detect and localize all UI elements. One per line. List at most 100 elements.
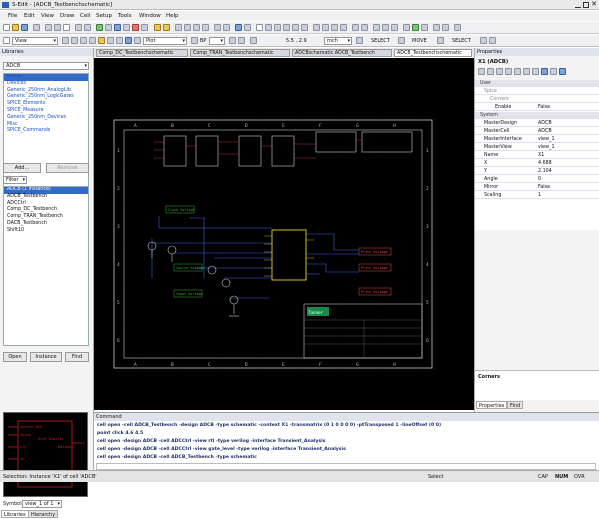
menu-draw[interactable]: Draw [60, 13, 74, 19]
refresh-icon[interactable] [514, 68, 521, 75]
select2-mode-label[interactable]: SELECT [452, 38, 471, 44]
paste-icon[interactable] [63, 24, 70, 31]
tab-comp-tran[interactable]: Comp_TRAN_Testbenchschematic [190, 49, 290, 57]
command-input[interactable] [96, 463, 596, 470]
tab-properties[interactable]: Properties [476, 401, 508, 409]
clear-icon[interactable] [550, 68, 557, 75]
view-select[interactable]: View [12, 37, 58, 45]
instance-cell-button[interactable]: Instance [30, 352, 62, 362]
find-icon[interactable] [433, 24, 440, 31]
label-icon[interactable] [301, 24, 308, 31]
list-item[interactable]: SPICE_Elements [4, 101, 88, 108]
prop-row-masterinterface[interactable]: MasterInterface view_1 [475, 136, 599, 144]
layer-icon[interactable] [403, 24, 410, 31]
pop-out-icon[interactable] [163, 24, 170, 31]
align-left-icon[interactable] [373, 24, 380, 31]
line-icon[interactable] [244, 24, 251, 31]
redo-icon[interactable] [84, 24, 91, 31]
library-select[interactable]: ADCB [3, 62, 89, 70]
find-cell-button[interactable]: Find [65, 352, 89, 362]
prop-row-masterview[interactable]: MasterView view_1 [475, 144, 599, 152]
bp-select[interactable] [209, 37, 225, 45]
arrow-tool-icon[interactable] [356, 37, 363, 44]
net-icon[interactable] [322, 24, 329, 31]
prop-row-angle[interactable]: Angle 0 [475, 176, 599, 184]
open-cell-button[interactable]: Open [3, 352, 27, 362]
select-mode-label[interactable]: SELECT [371, 38, 390, 44]
list-item[interactable]: DACB_Testbench [4, 221, 88, 228]
tab-adcb-schematic[interactable]: ADCBschematic ADCB_Testbench [292, 49, 392, 57]
arrow-right-icon[interactable] [71, 37, 78, 44]
waveform-icon[interactable] [105, 24, 112, 31]
list-item[interactable]: Shift10 [4, 228, 88, 235]
wire-icon[interactable] [235, 24, 242, 31]
flip-icon[interactable] [361, 24, 368, 31]
zoom-in-icon[interactable] [175, 24, 182, 31]
refresh-icon[interactable] [125, 37, 132, 44]
units-select[interactable]: mch [324, 37, 352, 45]
link-icon[interactable] [532, 68, 539, 75]
list-item[interactable]: Devices [4, 81, 88, 88]
select-tool-icon[interactable] [437, 37, 444, 44]
highlight-icon[interactable] [98, 37, 105, 44]
menu-window[interactable]: Window [139, 13, 161, 19]
bus-icon[interactable] [331, 24, 338, 31]
prop-row-scaling[interactable]: Scaling 1 [475, 192, 599, 200]
edit-icon[interactable] [505, 68, 512, 75]
prop-row-corners[interactable]: Corners [475, 96, 599, 104]
remove-library-button[interactable]: Remove [46, 163, 89, 173]
pin-icon[interactable] [541, 68, 548, 75]
snap-icon[interactable] [223, 24, 230, 31]
category-icon[interactable] [487, 68, 494, 75]
zoom-out-icon[interactable] [184, 24, 191, 31]
menu-edit[interactable]: Edit [24, 13, 35, 19]
list-item[interactable]: ADCB (1 instance) [4, 187, 88, 194]
circle-icon[interactable] [283, 24, 290, 31]
port-icon[interactable] [313, 24, 320, 31]
menu-setup[interactable]: Setup [96, 13, 112, 19]
zoom-fit-icon[interactable] [193, 24, 200, 31]
prop-row-enable[interactable]: Enable False [475, 104, 599, 112]
stop-icon[interactable] [132, 24, 139, 31]
marker-icon[interactable] [238, 37, 245, 44]
prop-row-y[interactable]: Y 2.104 [475, 168, 599, 176]
list-item[interactable]: ADCB_Testbench [4, 194, 88, 201]
filter-select[interactable]: Filter [3, 176, 27, 184]
prop-group-user[interactable]: User [475, 80, 599, 88]
netlist-icon[interactable] [114, 24, 121, 31]
minimize-icon[interactable] [575, 2, 581, 8]
plot-select[interactable]: Plot [143, 37, 187, 45]
polygon-icon[interactable] [274, 24, 281, 31]
zoom-box-icon[interactable] [202, 24, 209, 31]
help-icon[interactable] [454, 24, 461, 31]
list-item[interactable]: ADCB [4, 74, 88, 81]
print-icon[interactable] [33, 24, 40, 31]
prop-row-mastercell[interactable]: MasterCell ADCB [475, 128, 599, 136]
menu-tools[interactable]: Tools [118, 13, 132, 19]
arrow-left-icon[interactable] [62, 37, 69, 44]
align-center-icon[interactable] [382, 24, 389, 31]
undo-icon[interactable] [75, 24, 82, 31]
schematic-canvas[interactable]: A B C D E F G H A B C D E F G H 1 2 3 4 … [94, 58, 474, 410]
open-folder-icon[interactable] [12, 24, 19, 31]
menu-view[interactable]: View [41, 13, 54, 19]
add-library-button[interactable]: Add... [3, 163, 41, 173]
new-file-icon[interactable] [3, 24, 10, 31]
maximize-icon[interactable] [583, 2, 589, 8]
prop-row-spice[interactable]: Spice [475, 88, 599, 96]
ruler-icon[interactable] [250, 37, 257, 44]
arrow-select-icon[interactable] [256, 24, 263, 31]
tab-libraries[interactable]: Libraries [1, 510, 29, 518]
move-mode-label[interactable]: MOVE [412, 38, 427, 44]
erc-icon[interactable] [489, 37, 496, 44]
tab-find[interactable]: Find [507, 401, 524, 409]
grid-icon[interactable] [214, 24, 221, 31]
list-item[interactable]: Comp_TRAN_Testbench [4, 214, 88, 221]
home-icon[interactable] [80, 37, 87, 44]
save-icon[interactable] [21, 24, 28, 31]
prop-row-x[interactable]: X 4.688 [475, 160, 599, 168]
measure-icon[interactable] [421, 24, 428, 31]
sort-icon[interactable] [478, 68, 485, 75]
prop-group-system[interactable]: System [475, 112, 599, 120]
prop-row-mirror[interactable]: Mirror False [475, 184, 599, 192]
